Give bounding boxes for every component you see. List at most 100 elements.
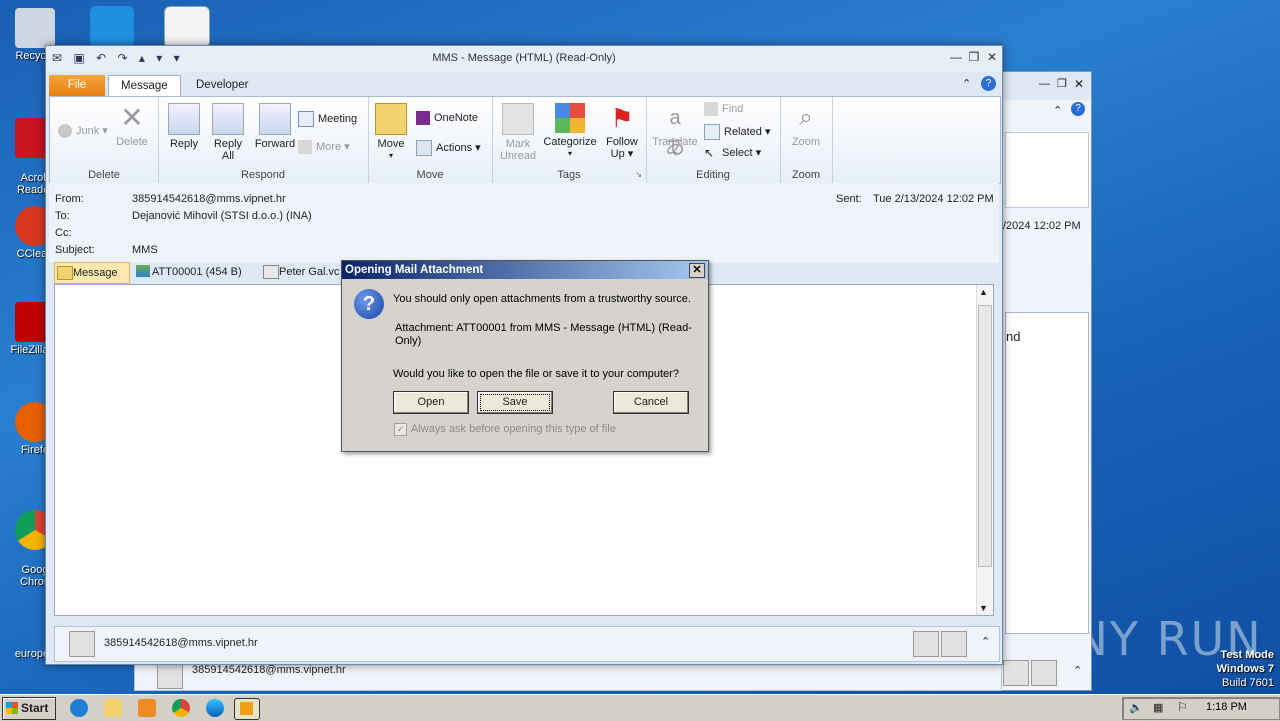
close-icon[interactable]: ✕ [984,50,1000,64]
contact-avatar[interactable] [913,631,939,657]
subject-value: MMS [132,244,158,256]
file-explorer-icon[interactable] [104,699,122,717]
forward-button[interactable]: Forward [252,103,298,150]
clock[interactable]: 1:18 PM [1206,701,1247,713]
actions-button[interactable]: Actions ▾ [416,140,481,156]
reply-all-button[interactable]: Reply All [208,103,248,162]
delete-button[interactable]: ✕ Delete [112,103,152,149]
word-document-icon[interactable] [164,6,210,48]
flag-icon[interactable]: ⚐ [1177,700,1188,714]
categorize-icon [555,103,585,133]
attachment-vcard[interactable]: Peter Gal.vc [261,262,340,282]
background-message-window[interactable]: — ❐ ✕ ⌃ ? /2024 12:02 PM nd ⌃ [1000,71,1092,691]
help-icon[interactable]: ? [981,76,996,91]
dialog-launcher-icon[interactable]: ↘ [635,170,642,179]
mark-unread-button[interactable]: Mark Unread [496,103,540,162]
translate-button[interactable]: aあ Translate ▾ [650,103,700,160]
related-button[interactable]: Related ▾ [704,124,771,140]
zoom-label: Zoom [791,136,821,148]
delete-label: Delete [116,136,148,148]
categorize-button[interactable]: Categorize ▾ [542,103,598,160]
sender-avatar[interactable] [69,631,95,657]
follow-up-label-text: Up [610,148,625,160]
watermark-line: Build 7601 [1222,677,1274,689]
onenote-icon [416,111,430,125]
dropdown-arrow-icon: ▾ [388,151,393,160]
outlook-taskbar-button[interactable] [234,698,260,720]
scroll-thumb[interactable] [978,305,992,567]
background-window-titlebar[interactable]: — ❐ ✕ [1001,72,1091,100]
follow-up-button[interactable]: ⚑ Follow Up ▾ [602,103,642,160]
junk-button[interactable]: Junk ▾ [58,124,108,139]
help-icon[interactable]: ? [1071,102,1085,116]
contact-avatar[interactable] [1003,660,1029,686]
close-icon[interactable]: ✕ [1074,77,1084,91]
mark-unread-label: Mark [505,138,531,150]
window-title: MMS - Message (HTML) (Read-Only) [432,52,616,64]
cancel-button[interactable]: Cancel [613,391,689,414]
expand-people-icon[interactable]: ⌃ [1073,664,1082,677]
always-ask-checkbox[interactable]: ✓ [394,423,407,436]
opening-mail-attachment-dialog[interactable]: Opening Mail Attachment ✕ ? You should o… [341,260,709,452]
onenote-button[interactable]: OneNote [416,111,478,125]
to-label: To: [55,210,70,222]
save-button[interactable]: Save [477,391,553,414]
select-button[interactable]: ↖ Select ▾ [704,146,761,160]
zoom-group: ⌕ Zoom Zoom [780,97,833,183]
edge-icon[interactable] [206,699,224,717]
collapse-ribbon-icon[interactable]: ⌃ [962,77,971,90]
attachment-message[interactable]: Message [54,262,130,284]
envelope-icon [57,266,73,280]
file-icon [136,265,150,277]
related-icon [704,124,720,140]
reply-button[interactable]: Reply [164,103,204,150]
contact-avatar[interactable] [941,631,967,657]
message-header: From: 385914542618@mms.vipnet.hr To: Dej… [49,183,999,263]
from-value[interactable]: 385914542618@mms.vipnet.hr [132,193,286,205]
reply-icon [168,103,200,135]
to-value[interactable]: Dejanović Mihovil (STSI d.o.o.) (INA) [132,210,312,222]
meeting-button[interactable]: Meeting [298,111,357,127]
background-ribbon [1005,132,1089,208]
scroll-up-icon[interactable]: ▲ [979,287,988,297]
follow-up-label: Up ▾ [610,148,634,160]
tab-message[interactable]: Message [108,75,181,97]
group-label: Editing [696,169,730,181]
contact-avatar[interactable] [1031,660,1057,686]
zoom-button[interactable]: ⌕ Zoom [786,103,826,148]
network-icon[interactable]: ▦ [1153,701,1163,714]
minimize-icon[interactable]: — [948,50,964,64]
more-button[interactable]: More ▾ [298,140,350,155]
start-button[interactable]: Start [2,697,56,720]
skype-icon[interactable] [90,6,134,46]
actions-label: Actions [436,141,473,154]
collapse-ribbon-icon[interactable]: ⌃ [1053,104,1062,117]
tab-developer[interactable]: Developer [184,75,260,96]
vcard-icon [263,265,279,279]
start-label: Start [21,701,49,715]
chrome-icon[interactable] [172,699,190,717]
titlebar[interactable]: ✉ ▣ ↶ ↷ ▴ ▾ ▾ MMS - Message (HTML) (Read… [46,46,1002,72]
body-text: nd [1006,329,1021,344]
minimize-icon[interactable]: — [1039,78,1050,90]
reply-all-label: Reply [213,138,243,150]
group-label: Move [416,169,444,181]
media-player-icon[interactable] [138,699,156,717]
volume-icon[interactable]: 🔈 [1129,701,1143,714]
internet-explorer-icon[interactable] [70,699,88,717]
tab-file[interactable]: File [49,75,105,96]
attachment-info: Attachment: ATT00001 from MMS - Message … [395,322,692,334]
attachment-att00001[interactable]: ATT00001 (454 B) [134,262,242,282]
restore-icon[interactable]: ❐ [1057,77,1067,90]
expand-people-icon[interactable]: ⌃ [981,635,990,648]
restore-icon[interactable]: ❐ [966,50,982,64]
translate-label: Translate [652,136,698,148]
scroll-down-icon[interactable]: ▼ [979,603,988,613]
actions-icon [416,140,432,156]
find-button[interactable]: Find [704,102,743,116]
related-label: Related [724,125,762,138]
move-button[interactable]: Move ▾ [374,103,408,162]
close-icon[interactable]: ✕ [689,263,705,278]
open-button[interactable]: Open [393,391,469,414]
vertical-scrollbar[interactable]: ▲ ▼ [976,285,993,615]
